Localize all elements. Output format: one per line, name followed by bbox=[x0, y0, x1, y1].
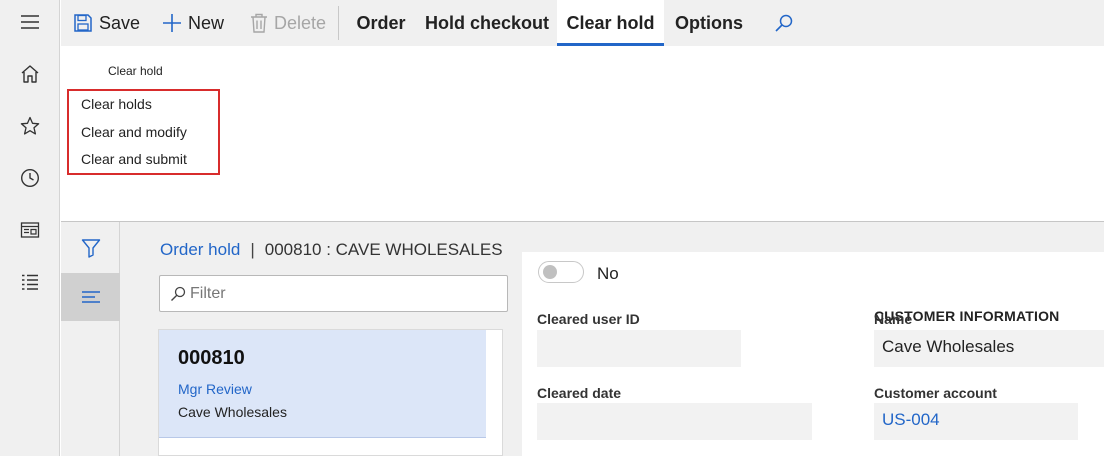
record-customer: Cave Wholesales bbox=[178, 404, 287, 420]
favorites-button[interactable] bbox=[0, 104, 60, 148]
list-view-button[interactable] bbox=[61, 273, 120, 321]
side-tools bbox=[61, 222, 120, 456]
clock-icon bbox=[20, 168, 40, 188]
ribbon-panel: Clear hold Clear holds Clear and modify … bbox=[61, 46, 1104, 222]
hamburger-icon bbox=[21, 15, 39, 29]
action-pane: Save New Delete Order Hold checkout Clea… bbox=[61, 0, 1104, 46]
plus-icon bbox=[163, 14, 181, 32]
search-icon bbox=[171, 286, 186, 301]
clear-holds-button[interactable]: Clear holds bbox=[81, 96, 152, 112]
home-button[interactable] bbox=[0, 52, 60, 96]
cleared-date-label: Cleared date bbox=[537, 385, 622, 401]
search-button[interactable] bbox=[774, 0, 800, 46]
hamburger-menu-button[interactable] bbox=[0, 0, 60, 44]
navigation-rail bbox=[0, 0, 60, 456]
record-id: 000810 bbox=[178, 347, 245, 369]
delete-label: Delete bbox=[274, 12, 327, 33]
toggle-value: No bbox=[597, 264, 619, 283]
tab-label: Options bbox=[675, 12, 743, 33]
funnel-icon bbox=[81, 239, 100, 258]
name-field[interactable]: Cave Wholesales bbox=[874, 330, 1104, 367]
breadcrumb: Order hold | 000810 : CAVE WHOLESALES bbox=[160, 240, 503, 260]
tab-label: Order bbox=[356, 12, 406, 33]
search-icon bbox=[775, 14, 793, 32]
save-button[interactable]: Save bbox=[73, 0, 140, 46]
tab-options[interactable]: Options bbox=[665, 0, 753, 46]
save-label: Save bbox=[99, 12, 141, 33]
cleared-toggle[interactable] bbox=[538, 261, 584, 283]
workspaces-button[interactable] bbox=[0, 208, 60, 252]
clear-and-modify-button[interactable]: Clear and modify bbox=[81, 124, 187, 140]
save-icon bbox=[74, 14, 92, 32]
toolbar-divider bbox=[338, 6, 339, 40]
record-status: Mgr Review bbox=[178, 381, 252, 397]
breadcrumb-link[interactable]: Order hold bbox=[160, 240, 240, 259]
trash-icon bbox=[251, 13, 267, 33]
name-label: Name bbox=[874, 311, 913, 327]
tab-label: Hold checkout bbox=[424, 12, 549, 33]
recent-button[interactable] bbox=[0, 156, 60, 200]
page-content: Order hold | 000810 : CAVE WHOLESALES 0008… bbox=[61, 222, 1104, 456]
star-icon bbox=[20, 116, 40, 135]
filter-input[interactable] bbox=[190, 282, 490, 306]
cleared-user-label: Cleared user ID bbox=[537, 311, 640, 327]
ribbon-group-title: Clear hold bbox=[108, 64, 163, 78]
customer-account-link[interactable]: US-004 bbox=[874, 403, 1078, 440]
home-icon bbox=[21, 65, 39, 83]
new-label: New bbox=[188, 12, 225, 33]
list-icon bbox=[22, 274, 38, 290]
record-list: 000810 Mgr Review Cave Wholesales bbox=[158, 329, 503, 456]
lines-icon bbox=[81, 291, 100, 303]
delete-button[interactable]: Delete bbox=[250, 0, 326, 46]
customer-account-label: Customer account bbox=[874, 385, 997, 401]
details-pane: No Cleared user ID Cleared date CUSTOMER… bbox=[522, 252, 1104, 456]
cleared-user-field[interactable] bbox=[537, 330, 741, 367]
tab-hold-checkout[interactable]: Hold checkout bbox=[421, 0, 553, 46]
modules-button[interactable] bbox=[0, 260, 60, 304]
cleared-date-field[interactable] bbox=[537, 403, 812, 440]
breadcrumb-separator: | bbox=[250, 240, 255, 259]
new-button[interactable]: New bbox=[162, 0, 224, 46]
tab-clear-hold[interactable]: Clear hold bbox=[557, 0, 664, 46]
filter-field[interactable] bbox=[159, 275, 508, 312]
filter-pane-button[interactable] bbox=[61, 224, 120, 272]
tab-order[interactable]: Order bbox=[341, 0, 421, 46]
page-title: 000810 : CAVE WHOLESALES bbox=[264, 240, 503, 259]
list-item[interactable]: 000810 Mgr Review Cave Wholesales bbox=[159, 330, 486, 438]
clear-and-submit-button[interactable]: Clear and submit bbox=[81, 151, 187, 167]
ribbon-group-highlight: Clear holds Clear and modify Clear and s… bbox=[67, 89, 220, 175]
workspace-icon bbox=[20, 222, 40, 238]
tab-label: Clear hold bbox=[566, 12, 655, 33]
